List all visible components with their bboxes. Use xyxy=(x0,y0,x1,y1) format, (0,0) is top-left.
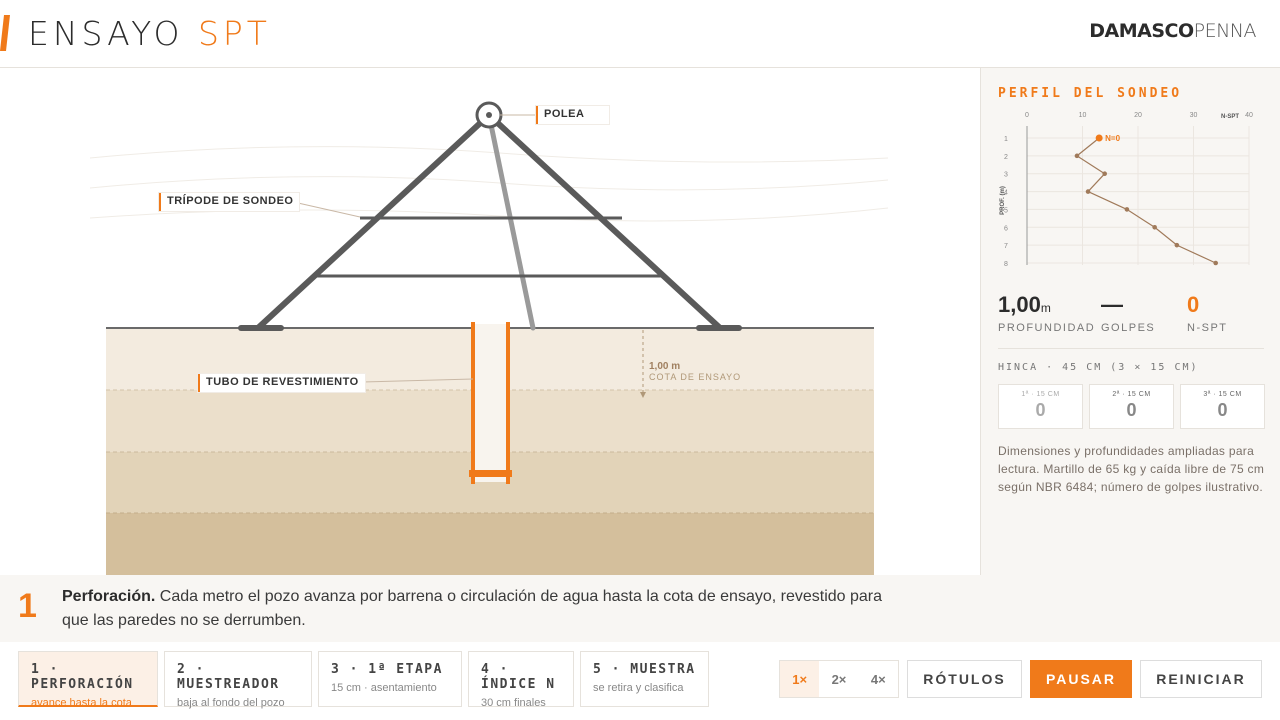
label-polea: POLEA xyxy=(536,106,609,124)
step-label: 4 · ÍNDICE N xyxy=(481,662,556,692)
data-point xyxy=(1074,153,1080,159)
step-tab-muestra[interactable]: 5 · MUESTRA se retira y clasifica xyxy=(580,651,709,707)
wind-line xyxy=(89,146,889,163)
step-description: 1 Perforación. Cada metro el pozo avanza… xyxy=(0,575,1280,642)
restart-button[interactable]: REINICIAR xyxy=(1140,660,1262,698)
x-tick-label: 20 xyxy=(1134,112,1142,119)
y-tick-label: 8 xyxy=(1004,261,1008,268)
step-sub: se retira y clasifica xyxy=(593,682,684,694)
header-accent-mark xyxy=(0,15,10,51)
scene-drawing: 1,00 m COTA DE ENSAYO xyxy=(89,101,889,575)
speed-2x-button[interactable]: 2× xyxy=(819,661,858,697)
data-point xyxy=(1213,260,1218,266)
step-sub: baja al fondo del pozo xyxy=(177,697,285,709)
step-number: 1 xyxy=(18,587,37,625)
stage-label: 1ª · 15 CM xyxy=(1021,391,1060,398)
title-main: ENSAYO xyxy=(28,14,184,53)
y-axis-label: PROF. (m) xyxy=(1000,186,1006,215)
x-tick-label: 40 xyxy=(1245,112,1253,119)
step-tab-perforacion[interactable]: 1 · PERFORACIÓN avance hasta la cota xyxy=(18,651,158,709)
divider xyxy=(998,348,1264,349)
spt-profile-chart: 0 10 20 30 4012345678N-SPTPROF. (m)N=0 xyxy=(1000,112,1253,268)
data-point xyxy=(1124,207,1130,212)
profile-line xyxy=(1075,137,1216,264)
data-point xyxy=(1102,171,1107,177)
tripod xyxy=(238,112,742,331)
depth-value: 1,00 xyxy=(998,292,1041,317)
spt-scene: 1,00 m COTA DE ENSAYO POLEA TRÍPODE DE S… xyxy=(0,68,980,575)
label-tubo: TUBO DE REVESTIMIENTO xyxy=(198,374,365,392)
step-tab-indice[interactable]: 4 · ÍNDICE N 30 cm finales xyxy=(468,651,574,709)
x-tick-label: 30 xyxy=(1190,112,1198,119)
stage-box-2: 2ª · 15 CM 0 xyxy=(1089,384,1174,429)
stage-value: 0 xyxy=(1217,400,1228,420)
stage-box-1: 1ª · 15 CM 0 xyxy=(998,384,1083,429)
cota-label: COTA DE ENSAYO xyxy=(649,372,741,382)
y-tick-label: 1 xyxy=(1004,136,1008,143)
metric-golpes: — GOLPES xyxy=(1101,292,1155,334)
golpes-value: — xyxy=(1101,292,1123,317)
scale-note: Dimensiones y profundidades ampliadas pa… xyxy=(998,444,1265,494)
casing-tube xyxy=(469,322,512,484)
description-bold: Perforación. xyxy=(62,588,156,605)
step-tab-etapa[interactable]: 3 · 1ª ETAPA 15 cm · asentamiento xyxy=(318,651,462,707)
wind-line xyxy=(89,176,889,191)
description-text: Perforación. Cada metro el pozo avanza p… xyxy=(62,585,892,633)
labels-toggle-button[interactable]: RÓTULOS xyxy=(907,660,1022,698)
pulley-icon xyxy=(475,101,503,129)
step-sub: 30 cm finales xyxy=(481,697,546,709)
footer-controls: 1 · PERFORACIÓN avance hasta la cota 2 ·… xyxy=(0,642,1280,720)
description-body: Cada metro el pozo avanza por barrena o … xyxy=(62,588,883,629)
y-tick-label: 6 xyxy=(1004,225,1008,232)
pause-button[interactable]: PAUSAR xyxy=(1030,660,1132,698)
label-tripode: TRÍPODE DE SONDEO xyxy=(159,193,300,211)
data-point xyxy=(1085,189,1091,194)
current-point xyxy=(1095,134,1103,142)
stage-label: 2ª · 15 CM xyxy=(1112,391,1151,398)
nspt-label: N-SPT xyxy=(1187,322,1228,334)
data-point xyxy=(1174,242,1180,248)
current-point-label: N=0 xyxy=(1105,134,1120,143)
stage-value: 0 xyxy=(1126,400,1137,420)
x-axis-label: N-SPT xyxy=(1221,114,1239,120)
y-tick-label: 2 xyxy=(1004,154,1008,161)
x-tick-label: 10 xyxy=(1079,112,1087,119)
y-tick-label: 3 xyxy=(1004,172,1008,179)
depth-label: PROFUNDIDAD xyxy=(998,322,1096,334)
stage-label: 3ª · 15 CM xyxy=(1203,391,1242,398)
logo-bold-text: DAMASCO xyxy=(1089,20,1194,42)
page-title: ENSAYO SPT xyxy=(28,14,271,53)
speed-1x-button[interactable]: 1× xyxy=(780,661,820,697)
hinca-title: HINCA · 45 CM (3 × 15 CM) xyxy=(998,362,1199,373)
step-sub: avance hasta la cota xyxy=(31,697,132,709)
soil-layer-4 xyxy=(106,513,874,575)
profile-panel: PERFIL DEL SONDEO 0 10 20 30 40 1 2 3 4 5 6 7 8 N-SPT… xyxy=(980,68,1280,575)
header-bar: ENSAYO SPT DAMASCOPENNA xyxy=(0,0,1280,68)
logo-light-text: PENNA xyxy=(1193,20,1257,42)
step-label: 2 · MUESTREADOR xyxy=(177,662,280,692)
nspt-value: 0 xyxy=(1187,292,1200,317)
stage-box-3: 3ª · 15 CM 0 xyxy=(1180,384,1265,429)
step-sub: 15 cm · asentamiento xyxy=(331,682,437,694)
panel-title: PERFIL DEL SONDEO xyxy=(998,86,1183,101)
step-label: 1 · PERFORACIÓN xyxy=(31,662,134,692)
step-label: 5 · MUESTRA xyxy=(593,662,696,677)
speed-4x-button[interactable]: 4× xyxy=(859,661,898,697)
golpes-label: GOLPES xyxy=(1101,322,1156,334)
step-tab-muestreador[interactable]: 2 · MUESTREADOR baja al fondo del pozo xyxy=(164,651,312,709)
title-accent: SPT xyxy=(197,14,271,53)
x-tick-label: 0 xyxy=(1025,112,1029,119)
cota-value: 1,00 m xyxy=(649,361,680,372)
metric-depth: 1,00m PROFUNDIDAD xyxy=(998,292,1095,334)
y-tick-label: 7 xyxy=(1004,243,1008,250)
metric-nspt: 0 N-SPT xyxy=(1187,292,1228,334)
brand-logo: DAMASCOPENNA xyxy=(1089,20,1256,42)
data-point xyxy=(1152,224,1157,230)
speed-selector: 1× 2× 4× xyxy=(779,660,899,698)
step-label: 3 · 1ª ETAPA xyxy=(331,662,443,677)
depth-unit: m xyxy=(1040,301,1051,315)
stage-value: 0 xyxy=(1035,400,1046,420)
